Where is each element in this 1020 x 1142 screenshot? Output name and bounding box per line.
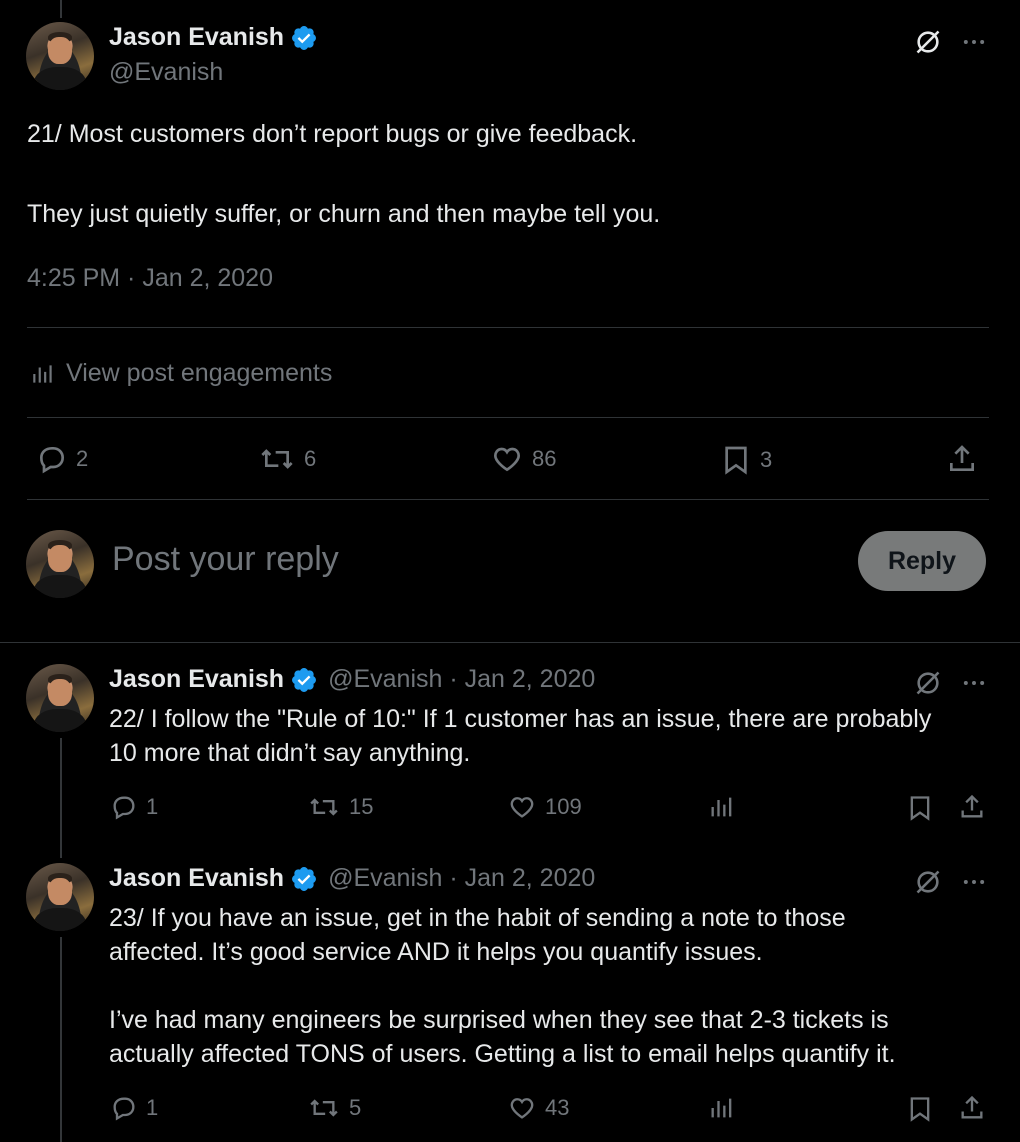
- repost-count: 5: [349, 1095, 362, 1120]
- bookmark-count: 3: [760, 447, 773, 472]
- share-icon: [958, 1094, 986, 1122]
- share-action[interactable]: [958, 1094, 986, 1122]
- reply-action[interactable]: 1: [110, 1094, 158, 1122]
- like-action[interactable]: 43: [507, 1094, 569, 1122]
- reply-icon: [36, 443, 68, 475]
- analytics-icon: [30, 361, 56, 387]
- bookmark-icon: [720, 443, 752, 477]
- divider: [0, 642, 1020, 643]
- reply-action[interactable]: 2: [36, 443, 88, 475]
- repost-icon: [307, 1094, 341, 1122]
- reply-icon: [110, 793, 138, 821]
- reply-text-line-2: affected. It’s good service AND it helps…: [109, 938, 763, 966]
- like-count: 109: [545, 794, 582, 819]
- reply-author-row: Jason Evanish @Evanish · Jan 2, 2020: [109, 864, 595, 893]
- repost-action[interactable]: 5: [307, 1094, 361, 1122]
- verified-badge-icon: [290, 24, 318, 52]
- author-handle[interactable]: @Evanish: [109, 58, 223, 87]
- avatar[interactable]: [26, 664, 94, 732]
- repost-icon: [307, 793, 341, 821]
- reply-text-line-3: I’ve had many engineers be surprised whe…: [109, 1006, 889, 1034]
- reply-text-line-4: actually affected TONS of users. Getting…: [109, 1040, 896, 1068]
- view-engagements-link[interactable]: View post engagements: [30, 359, 332, 388]
- reply-input[interactable]: Post your reply: [112, 540, 339, 579]
- like-action[interactable]: 86: [490, 443, 556, 475]
- reply-count: 2: [76, 446, 89, 471]
- repost-action[interactable]: 15: [307, 793, 373, 821]
- reply-action[interactable]: 1: [110, 793, 158, 821]
- verified-badge-icon: [290, 865, 318, 893]
- avatar[interactable]: [26, 22, 94, 90]
- divider: [27, 499, 989, 500]
- repost-count: 15: [349, 794, 374, 819]
- repost-icon: [258, 443, 296, 475]
- more-options-icon[interactable]: [960, 669, 988, 697]
- views-action[interactable]: [708, 793, 736, 821]
- author-name[interactable]: Jason Evanish: [109, 864, 284, 893]
- share-action[interactable]: [946, 443, 978, 475]
- handle-and-date[interactable]: @Evanish · Jan 2, 2020: [328, 864, 595, 893]
- analytics-icon: [708, 1094, 736, 1122]
- composer-avatar[interactable]: [26, 530, 94, 598]
- repost-count: 6: [304, 446, 317, 471]
- post-text-line-1: 21/ Most customers don’t report bugs or …: [27, 120, 638, 148]
- bookmark-icon: [906, 1094, 934, 1124]
- share-icon: [946, 443, 978, 475]
- repost-action[interactable]: 6: [258, 443, 316, 475]
- grok-icon[interactable]: [914, 868, 942, 896]
- view-engagements-label: View post engagements: [66, 359, 333, 387]
- share-icon: [958, 793, 986, 821]
- author-name[interactable]: Jason Evanish: [109, 23, 284, 52]
- thread-connector: [60, 738, 62, 858]
- divider: [27, 327, 989, 328]
- heart-icon: [507, 1094, 537, 1122]
- reply-text-line-2: 10 more that didn’t say anything.: [109, 739, 471, 767]
- author-name[interactable]: Jason Evanish: [109, 665, 284, 694]
- reply-text-line-1: 23/ If you have an issue, get in the hab…: [109, 904, 846, 932]
- like-count: 43: [545, 1095, 570, 1120]
- reply-button[interactable]: Reply: [858, 531, 986, 591]
- avatar[interactable]: [26, 863, 94, 931]
- verified-badge-icon: [290, 666, 318, 694]
- reply-count: 1: [146, 1095, 159, 1120]
- more-options-icon[interactable]: [960, 28, 988, 56]
- more-options-icon[interactable]: [960, 868, 988, 896]
- like-count: 86: [532, 446, 557, 471]
- thread-connector: [60, 937, 62, 1142]
- bookmark-icon: [906, 793, 934, 823]
- bookmark-action[interactable]: [906, 793, 934, 823]
- reply-text-line-1: 22/ I follow the "Rule of 10:" If 1 cust…: [109, 705, 932, 733]
- reply-icon: [110, 1094, 138, 1122]
- bookmark-action[interactable]: [906, 1094, 934, 1124]
- share-action[interactable]: [958, 793, 986, 821]
- heart-icon: [490, 443, 524, 475]
- reply-count: 1: [146, 794, 159, 819]
- divider: [27, 417, 989, 418]
- views-action[interactable]: [708, 1094, 736, 1122]
- grok-icon[interactable]: [914, 669, 942, 697]
- like-action[interactable]: 109: [507, 793, 582, 821]
- handle-and-date[interactable]: @Evanish · Jan 2, 2020: [328, 665, 595, 694]
- thread-connector-top: [60, 0, 62, 18]
- post-timestamp[interactable]: 4:25 PM · Jan 2, 2020: [27, 264, 273, 293]
- post-text-line-2: They just quietly suffer, or churn and t…: [27, 200, 661, 228]
- reply-author-row: Jason Evanish @Evanish · Jan 2, 2020: [109, 665, 595, 694]
- grok-icon[interactable]: [914, 28, 942, 56]
- main-author-row: Jason Evanish: [109, 23, 318, 52]
- heart-icon: [507, 793, 537, 821]
- bookmark-action[interactable]: 3: [720, 443, 772, 477]
- analytics-icon: [708, 793, 736, 821]
